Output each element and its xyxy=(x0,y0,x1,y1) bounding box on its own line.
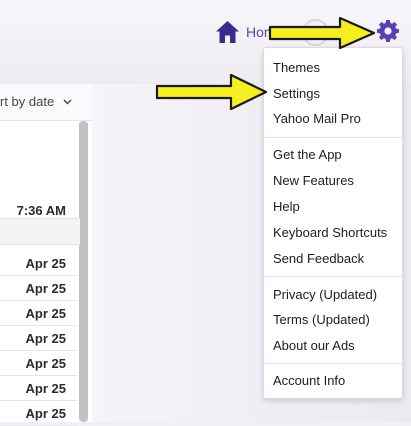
message-list: rt by date 7:36 AM Apr 25 Apr 25 Apr 25 … xyxy=(0,84,92,426)
list-item[interactable]: Apr 25 xyxy=(0,350,78,376)
list-item[interactable]: Apr 25 xyxy=(0,400,78,426)
gear-icon[interactable] xyxy=(376,19,400,43)
menu-item-about-our-ads[interactable]: About our Ads xyxy=(273,338,355,354)
menu-item-send-feedback[interactable]: Send Feedback xyxy=(273,251,364,267)
list-item[interactable]: Apr 25 xyxy=(0,300,78,326)
message-date: Apr 25 xyxy=(25,256,66,271)
list-scrollbar[interactable] xyxy=(79,121,88,422)
settings-menu: Themes Settings Yahoo Mail Pro Get the A… xyxy=(263,47,403,399)
menu-item-terms[interactable]: Terms (Updated) xyxy=(273,312,370,328)
sort-dropdown[interactable]: rt by date xyxy=(0,84,92,121)
message-date: Apr 25 xyxy=(25,281,66,296)
list-item[interactable]: Apr 25 xyxy=(0,325,78,351)
menu-item-account-info[interactable]: Account Info xyxy=(273,373,345,389)
menu-item-keyboard-shortcuts[interactable]: Keyboard Shortcuts xyxy=(273,225,387,241)
menu-item-new-features[interactable]: New Features xyxy=(273,173,354,189)
menu-item-get-the-app[interactable]: Get the App xyxy=(273,147,342,163)
message-date: Apr 25 xyxy=(25,306,66,321)
menu-divider xyxy=(264,363,402,364)
message-time: 7:36 AM xyxy=(16,203,66,218)
home-icon xyxy=(216,21,239,43)
message-date: Apr 25 xyxy=(25,381,66,396)
message-date: Apr 25 xyxy=(25,356,66,371)
arrow-to-gear-annotation xyxy=(268,16,376,50)
menu-item-yahoo-mail-pro[interactable]: Yahoo Mail Pro xyxy=(273,111,361,127)
menu-item-settings[interactable]: Settings xyxy=(273,86,320,102)
menu-divider xyxy=(264,137,402,138)
list-item[interactable]: Apr 25 xyxy=(0,275,78,301)
menu-divider xyxy=(264,276,402,277)
menu-item-help[interactable]: Help xyxy=(273,199,300,215)
chevron-down-icon xyxy=(63,99,72,105)
menu-item-themes[interactable]: Themes xyxy=(273,60,320,76)
message-date: Apr 25 xyxy=(25,331,66,346)
menu-item-privacy[interactable]: Privacy (Updated) xyxy=(273,287,377,303)
sort-label: rt by date xyxy=(0,94,55,109)
message-date: Apr 25 xyxy=(25,406,66,421)
arrow-to-settings-annotation xyxy=(155,73,268,111)
section-divider xyxy=(0,218,80,245)
list-item[interactable]: Apr 25 xyxy=(0,250,78,276)
list-item[interactable]: Apr 25 xyxy=(0,375,78,401)
